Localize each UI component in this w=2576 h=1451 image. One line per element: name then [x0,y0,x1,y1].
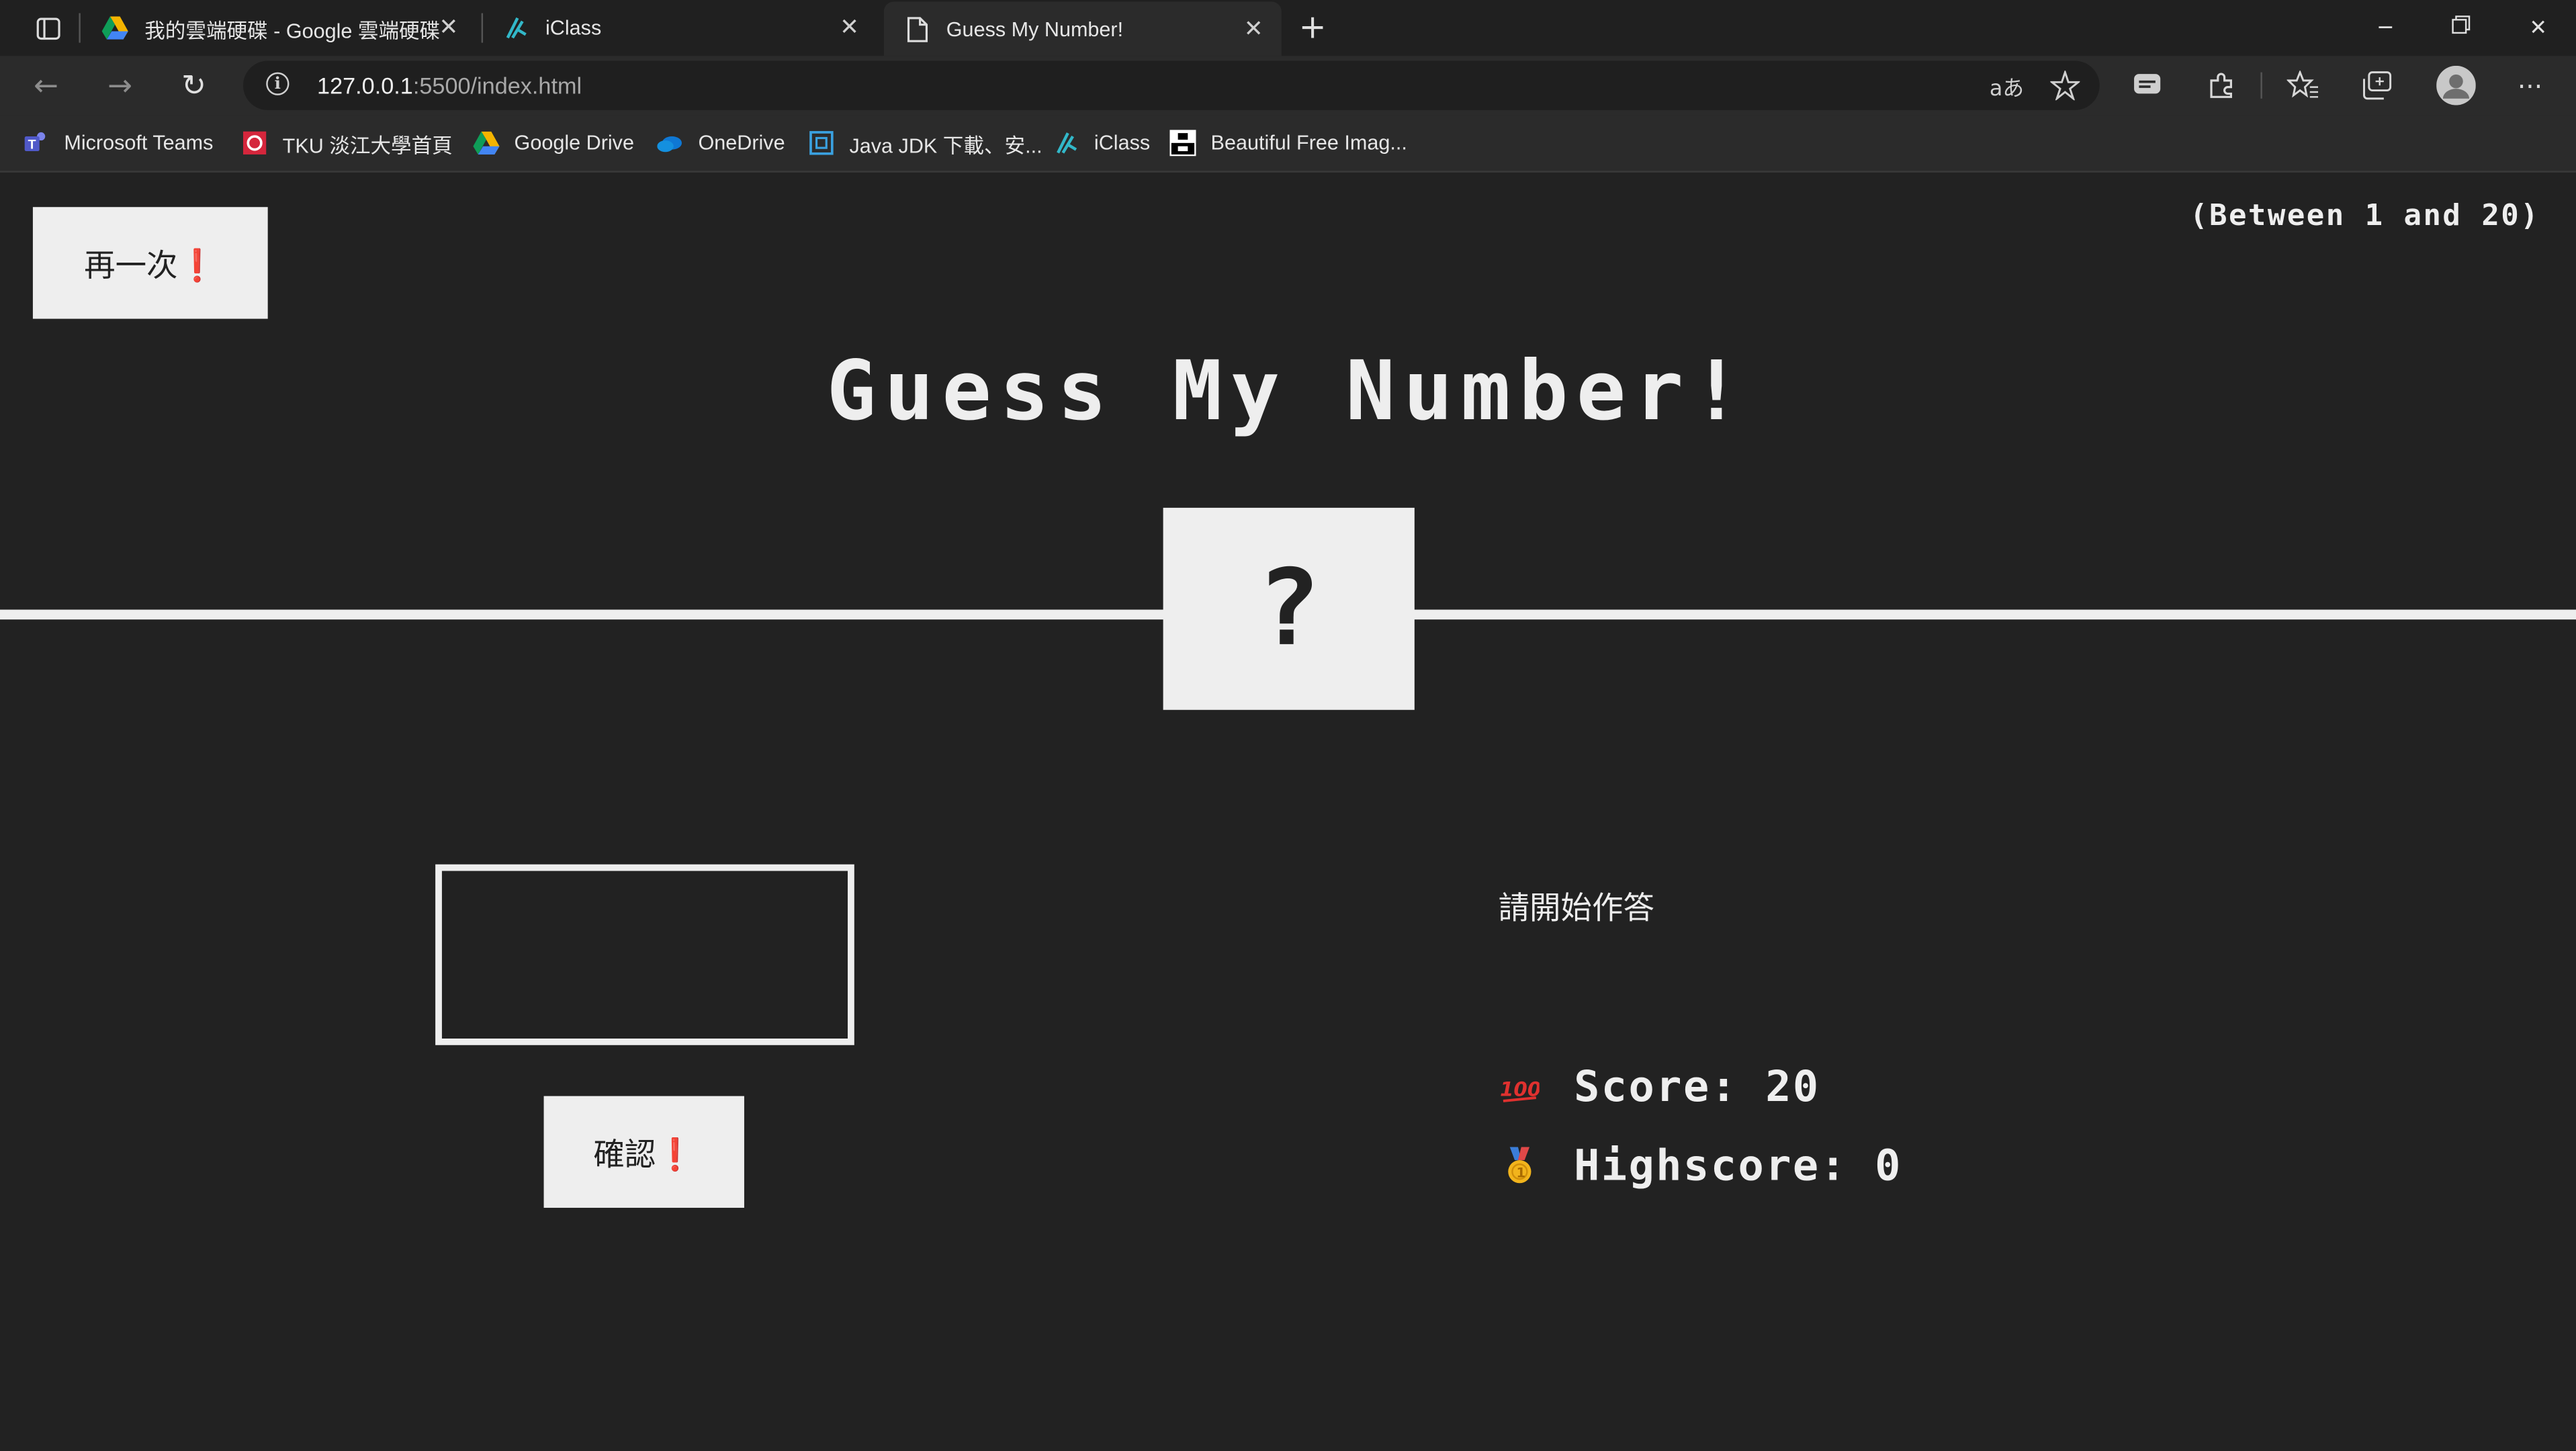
svg-text:1: 1 [1516,1166,1525,1181]
check-button[interactable]: 確認❗ [543,1096,744,1208]
bookmark-java-jdk[interactable]: Java JDK 下載、安... [808,128,1042,158]
translate-icon[interactable]: aあ [1990,71,2024,102]
minimize-button[interactable]: ─ [2348,0,2424,56]
forward-button[interactable]: → [102,67,138,103]
reload-icon: ↻ [181,68,207,103]
hundred-points-icon: 100 [1499,1067,1542,1110]
plus-icon: + [1298,6,1327,46]
highscore-text: Highscore: 0 [1574,1142,1902,1192]
tab-actions-button[interactable] [16,0,65,56]
tab-title: Guess My Number! [946,17,1124,40]
toolbar: ← → ↻ i 127.0.0.1:5500/index.html aあ ··· [0,56,2576,116]
unsplash-icon [1169,130,1196,157]
bookmark-iclass[interactable]: iClass [1053,128,1150,158]
svg-text:T: T [28,137,36,152]
close-icon[interactable]: ✕ [1242,16,1265,39]
tab-guess-my-number[interactable]: Guess My Number! ✕ [883,1,1282,56]
close-icon: ✕ [2529,15,2548,40]
restore-icon [2451,15,2471,41]
tab-title: iClass [545,16,602,40]
highscore-row: 1 Highscore: 0 [1499,1142,1902,1191]
close-icon[interactable]: ✕ [437,15,460,38]
secret-number-box: ? [1163,507,1415,710]
favorites-icon[interactable] [2285,67,2321,103]
score-row: 100 Score: 20 [1499,1063,1820,1112]
gold-medal-icon: 1 [1499,1145,1542,1188]
messenger-icon[interactable] [2129,67,2166,103]
google-drive-icon [473,130,500,156]
bookmark-tku[interactable]: TKU 淡江大學首頁 [242,128,453,158]
iclass-icon [1053,130,1079,156]
url-text[interactable]: 127.0.0.1:5500/index.html [317,73,582,99]
status-message: 請開始作答 [1498,890,1654,927]
tab-actions-icon [36,15,61,41]
arrow-left-icon: ← [34,68,58,103]
tab-google-drive[interactable]: 我的雲端硬碟 - Google 雲端硬碟 ✕ [82,0,476,56]
bookmarks-bar: T Microsoft Teams TKU 淡江大學首頁 Google Driv… [0,115,2576,173]
bookmark-onedrive[interactable]: OneDrive [657,128,785,158]
java-icon [808,130,834,156]
iclass-icon [502,15,529,41]
back-button[interactable]: ← [28,67,64,103]
teams-icon: T [23,130,49,156]
tab-bar: 我的雲端硬碟 - Google 雲端硬碟 ✕ iClass ✕ Guess My… [0,0,2576,56]
score-text: Score: 20 [1574,1063,1820,1113]
onedrive-icon [657,130,683,156]
bookmark-microsoft-teams[interactable]: T Microsoft Teams [23,128,213,158]
google-drive-icon [101,15,128,41]
add-favorite-icon[interactable] [2049,69,2082,107]
more-menu-icon[interactable]: ··· [2512,67,2548,103]
close-icon[interactable]: ✕ [838,15,860,38]
new-tab-button[interactable]: + [1296,10,1329,43]
extensions-icon[interactable] [2203,67,2239,103]
collections-icon[interactable] [2359,67,2395,103]
page-title: Guess My Number! [826,343,1750,439]
bookmark-beautiful-free-images[interactable]: Beautiful Free Imag... [1169,128,1407,158]
game-page: 再一次❗ (Between 1 and 20) Guess My Number!… [0,172,2576,1451]
reload-button[interactable]: ↻ [176,67,212,103]
profile-avatar[interactable] [2435,64,2478,107]
close-window-button[interactable]: ✕ [2501,0,2576,56]
tab-iclass[interactable]: iClass ✕ [483,0,877,56]
again-button[interactable]: 再一次❗ [32,207,268,319]
address-bar[interactable]: i 127.0.0.1:5500/index.html aあ [242,60,2100,110]
bookmark-google-drive[interactable]: Google Drive [473,128,634,158]
guess-input[interactable] [435,864,854,1045]
url-host: 127.0.0.1 [317,72,413,99]
document-icon [903,15,930,42]
range-hint: (Between 1 and 20) [2190,198,2540,234]
tku-icon [242,130,268,156]
url-path: :5500/index.html [412,72,582,99]
minimize-icon: ─ [2379,15,2392,40]
tab-title: 我的雲端硬碟 - Google 雲端硬碟 [144,19,441,42]
arrow-right-icon: → [107,68,133,103]
restore-button[interactable] [2424,0,2499,56]
info-icon[interactable]: i [266,72,290,95]
